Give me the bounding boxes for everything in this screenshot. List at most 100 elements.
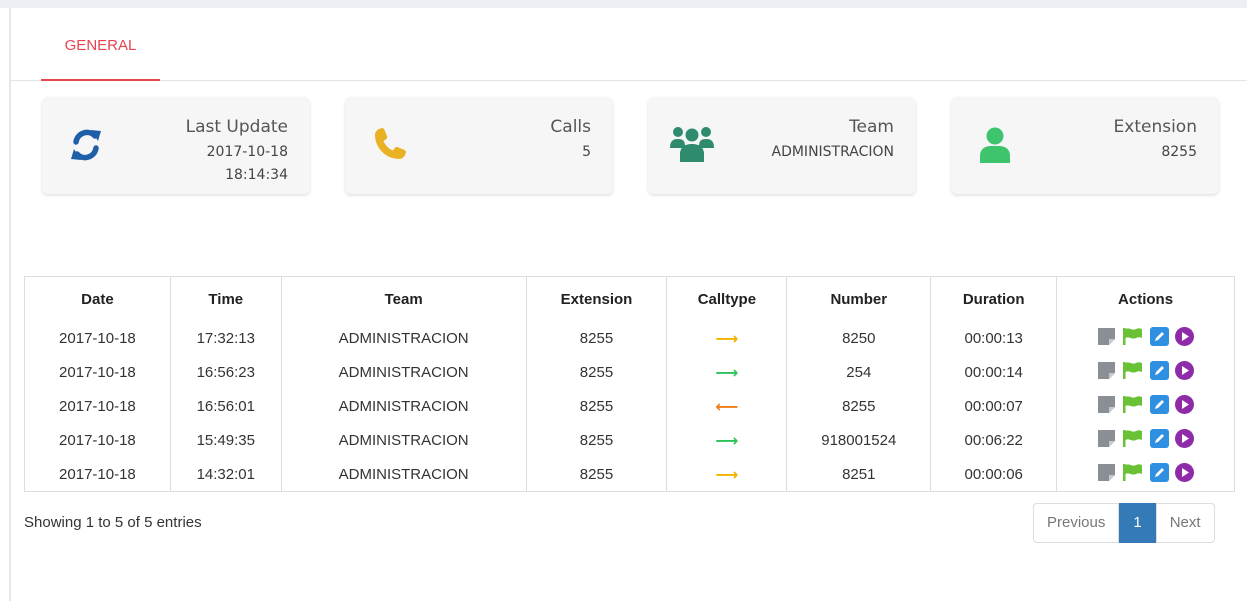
edit-icon[interactable] bbox=[1149, 360, 1169, 384]
edit-icon[interactable] bbox=[1149, 462, 1169, 486]
cell-team: ADMINISTRACION bbox=[280, 389, 527, 423]
note-icon[interactable] bbox=[1097, 327, 1116, 350]
tab-general[interactable]: GENERAL bbox=[41, 8, 160, 81]
flag-icon[interactable] bbox=[1122, 361, 1143, 384]
play-icon[interactable] bbox=[1174, 360, 1194, 384]
extension-value: 8255 bbox=[1161, 144, 1197, 160]
extension-title: Extension bbox=[1113, 117, 1197, 137]
last-update-date: 2017-10-18 bbox=[206, 144, 288, 160]
cell-extension: 8255 bbox=[525, 423, 667, 457]
cell-actions bbox=[1056, 423, 1235, 457]
play-icon[interactable] bbox=[1174, 462, 1194, 486]
last-update-time: 18:14:34 bbox=[225, 167, 288, 183]
cell-extension: 8255 bbox=[525, 389, 667, 423]
cell-actions bbox=[1056, 389, 1235, 423]
team-card: Team ADMINISTRACION bbox=[648, 97, 916, 194]
header-duration[interactable]: Duration bbox=[930, 276, 1057, 321]
header-date[interactable]: Date bbox=[25, 277, 171, 322]
cell-date: 2017-10-18 bbox=[59, 397, 136, 415]
edit-icon[interactable] bbox=[1149, 428, 1169, 452]
phone-icon bbox=[365, 121, 413, 169]
cell-number: 8250 bbox=[786, 321, 931, 355]
extension-card: Extension 8255 bbox=[951, 97, 1219, 194]
play-icon[interactable] bbox=[1174, 394, 1194, 418]
left-border bbox=[9, 8, 11, 601]
cell-duration: 00:00:14 bbox=[930, 355, 1057, 389]
header-team[interactable]: Team bbox=[280, 276, 527, 321]
play-icon[interactable] bbox=[1174, 326, 1194, 350]
cell-actions bbox=[1056, 321, 1235, 355]
cell-team: ADMINISTRACION bbox=[280, 457, 527, 492]
table-row: 2017-10-18 15:49:35 ADMINISTRACION 8255 … bbox=[25, 423, 1235, 457]
note-icon[interactable] bbox=[1097, 361, 1116, 384]
previous-button[interactable]: Previous bbox=[1033, 503, 1120, 543]
user-icon bbox=[971, 121, 1019, 169]
calls-count: 5 bbox=[582, 144, 591, 160]
play-icon[interactable] bbox=[1174, 428, 1194, 452]
tab-bar: GENERAL bbox=[11, 8, 1247, 81]
calltype-arrow-icon: ⟶ bbox=[715, 464, 739, 484]
flag-icon[interactable] bbox=[1122, 395, 1143, 418]
cell-team: ADMINISTRACION bbox=[280, 355, 527, 389]
calltype-arrow-icon: ⟶ bbox=[715, 328, 739, 348]
header-number[interactable]: Number bbox=[786, 276, 931, 321]
calls-title: Calls bbox=[550, 117, 591, 137]
note-icon[interactable] bbox=[1097, 429, 1116, 452]
cell-date: 2017-10-18 bbox=[59, 431, 136, 449]
table-header-row: Date Time Team Extension Calltype Number… bbox=[25, 276, 1235, 322]
next-button[interactable]: Next bbox=[1155, 503, 1215, 543]
last-update-card: Last Update 2017-10-18 18:14:34 bbox=[42, 97, 310, 194]
cell-calltype: ⟶ bbox=[666, 423, 787, 457]
flag-icon[interactable] bbox=[1122, 327, 1143, 350]
cell-number: 254 bbox=[786, 355, 931, 389]
team-icon bbox=[668, 121, 716, 169]
cell-number: 8255 bbox=[786, 389, 931, 423]
calls-table: Date Time Team Extension Calltype Number… bbox=[24, 276, 1235, 492]
calltype-arrow-icon: ⟵ bbox=[715, 396, 739, 416]
cell-team: ADMINISTRACION bbox=[280, 321, 527, 355]
table-info: Showing 1 to 5 of 5 entries bbox=[24, 514, 202, 531]
cell-extension: 8255 bbox=[525, 321, 667, 355]
team-title: Team bbox=[849, 117, 894, 137]
table-row: 2017-10-18 16:56:01 ADMINISTRACION 8255 … bbox=[25, 389, 1235, 423]
cell-time: 15:49:35 bbox=[169, 423, 282, 457]
flag-icon[interactable] bbox=[1122, 463, 1143, 486]
note-icon[interactable] bbox=[1097, 463, 1116, 486]
table-row: 2017-10-18 14:32:01 ADMINISTRACION 8255 … bbox=[25, 457, 1235, 492]
refresh-icon bbox=[62, 121, 110, 169]
cell-extension: 8255 bbox=[525, 355, 667, 389]
cell-calltype: ⟶ bbox=[666, 321, 787, 355]
table-row: 2017-10-18 16:56:23 ADMINISTRACION 8255 … bbox=[25, 355, 1235, 389]
page-1-button[interactable]: 1 bbox=[1119, 503, 1156, 543]
cell-actions bbox=[1056, 355, 1235, 389]
cell-actions bbox=[1056, 457, 1235, 492]
cell-date: 2017-10-18 bbox=[59, 329, 136, 347]
team-value: ADMINISTRACION bbox=[771, 144, 895, 160]
cell-time: 14:32:01 bbox=[169, 457, 282, 492]
flag-icon[interactable] bbox=[1122, 429, 1143, 452]
cell-date: 2017-10-18 bbox=[59, 363, 136, 381]
cell-number: 8251 bbox=[786, 457, 931, 492]
header-calltype[interactable]: Calltype bbox=[666, 276, 787, 321]
cell-duration: 00:00:06 bbox=[930, 457, 1057, 492]
note-icon[interactable] bbox=[1097, 395, 1116, 418]
edit-icon[interactable] bbox=[1149, 326, 1169, 350]
top-strip bbox=[0, 0, 1247, 8]
calls-card: Calls 5 bbox=[345, 97, 613, 194]
cell-time: 16:56:23 bbox=[169, 355, 282, 389]
header-time[interactable]: Time bbox=[169, 276, 282, 321]
edit-icon[interactable] bbox=[1149, 394, 1169, 418]
cell-time: 16:56:01 bbox=[169, 389, 282, 423]
cell-number: 918001524 bbox=[786, 423, 931, 457]
calltype-arrow-icon: ⟶ bbox=[715, 362, 739, 382]
cell-time: 17:32:13 bbox=[169, 321, 282, 355]
header-extension[interactable]: Extension bbox=[525, 276, 667, 321]
pagination: Previous 1 Next bbox=[1033, 503, 1215, 543]
cell-duration: 00:00:13 bbox=[930, 321, 1057, 355]
cell-calltype: ⟶ bbox=[666, 457, 787, 492]
table-row: 2017-10-18 17:32:13 ADMINISTRACION 8255 … bbox=[25, 321, 1235, 355]
cell-date: 2017-10-18 bbox=[59, 465, 136, 483]
header-actions: Actions bbox=[1056, 276, 1235, 321]
cell-duration: 00:00:07 bbox=[930, 389, 1057, 423]
cell-calltype: ⟵ bbox=[666, 389, 787, 423]
